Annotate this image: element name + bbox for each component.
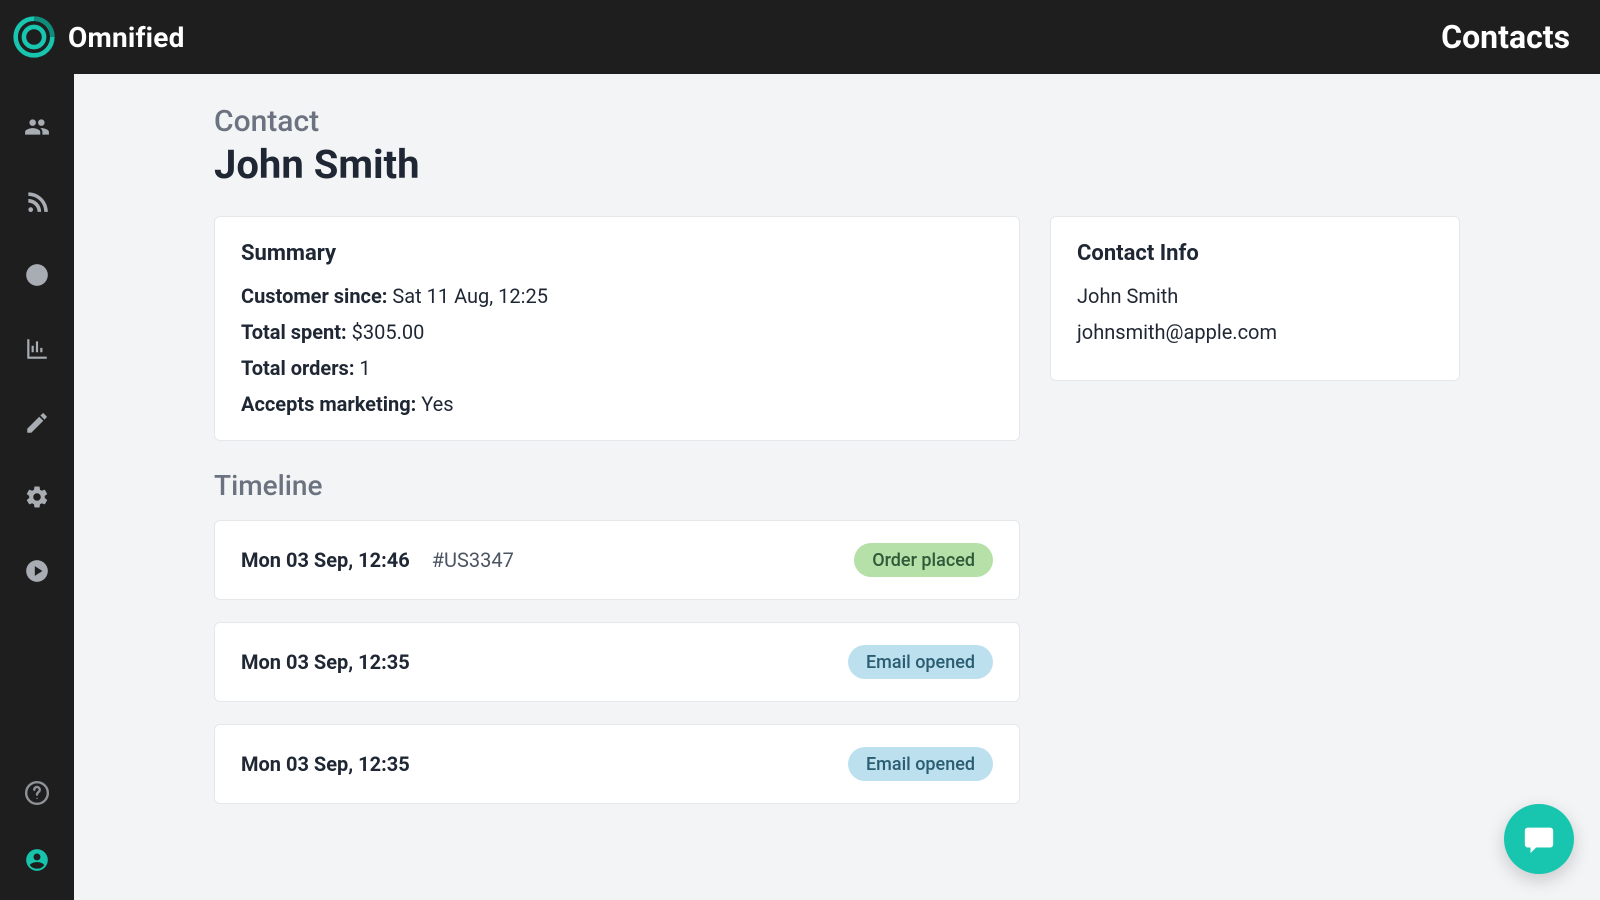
chat-widget-button[interactable]: [1504, 804, 1574, 874]
summary-label: Total orders:: [241, 356, 354, 380]
bar-chart-icon: [24, 336, 50, 362]
timeline-item-left: Mon 03 Sep, 12:35: [241, 650, 410, 674]
contact-info-name: John Smith: [1077, 284, 1433, 308]
brand[interactable]: Omnified: [12, 15, 185, 59]
summary-title: Summary: [241, 241, 993, 266]
user-icon: [24, 847, 50, 873]
summary-value: Sat 11 Aug, 12:25: [392, 284, 548, 308]
sidebar: [0, 74, 74, 900]
page-title: John Smith: [214, 141, 1460, 188]
chat-icon: [1522, 822, 1556, 856]
sidebar-item-help[interactable]: [0, 756, 74, 830]
help-icon: [24, 780, 50, 806]
timeline-item[interactable]: Mon 03 Sep, 12:35 Email opened: [214, 724, 1020, 804]
timeline-item-datetime: Mon 03 Sep, 12:35: [241, 752, 410, 776]
timeline-item[interactable]: Mon 03 Sep, 12:35 Email opened: [214, 622, 1020, 702]
summary-row-accepts-marketing: Accepts marketing: Yes: [241, 392, 993, 416]
people-icon: [24, 114, 50, 140]
timeline-item-badge: Email opened: [848, 747, 993, 781]
topbar: Omnified Contacts: [0, 0, 1600, 74]
sidebar-item-account[interactable]: [0, 830, 74, 890]
page-subtitle: Contact: [214, 104, 1460, 139]
timeline-item-datetime: Mon 03 Sep, 12:35: [241, 650, 410, 674]
sidebar-item-play[interactable]: [0, 534, 74, 608]
timeline-item-left: Mon 03 Sep, 12:35: [241, 752, 410, 776]
edit-icon: [24, 410, 50, 436]
brand-name: Omnified: [68, 21, 185, 54]
sidebar-item-history[interactable]: [0, 238, 74, 312]
timeline-item-datetime: Mon 03 Sep, 12:46: [241, 548, 410, 572]
timeline-heading: Timeline: [214, 469, 1020, 502]
timeline-item-badge: Order placed: [854, 543, 993, 577]
summary-value: Yes: [421, 392, 453, 416]
contact-info-card: Contact Info John Smith johnsmith@apple.…: [1050, 216, 1460, 381]
sidebar-item-analytics[interactable]: [0, 312, 74, 386]
timeline-item[interactable]: Mon 03 Sep, 12:46 #US3347 Order placed: [214, 520, 1020, 600]
summary-row-customer-since: Customer since: Sat 11 Aug, 12:25: [241, 284, 993, 308]
timeline-item-ref: #US3347: [432, 548, 514, 572]
sidebar-item-contacts[interactable]: [0, 90, 74, 164]
summary-label: Customer since:: [241, 284, 387, 308]
rss-icon: [24, 188, 50, 214]
summary-value: 1: [359, 356, 370, 380]
summary-row-total-orders: Total orders: 1: [241, 356, 993, 380]
clock-icon: [24, 262, 50, 288]
contact-info-email: johnsmith@apple.com: [1077, 320, 1433, 344]
main-content: Contact John Smith Summary Customer sinc…: [74, 74, 1600, 900]
gear-icon: [24, 484, 50, 510]
sidebar-item-settings[interactable]: [0, 460, 74, 534]
sidebar-item-compose[interactable]: [0, 386, 74, 460]
brand-logo-icon: [12, 15, 56, 59]
summary-label: Total spent:: [241, 320, 347, 344]
topbar-section-title: Contacts: [1441, 18, 1570, 56]
summary-card: Summary Customer since: Sat 11 Aug, 12:2…: [214, 216, 1020, 441]
summary-value: $305.00: [352, 320, 425, 344]
contact-info-title: Contact Info: [1077, 241, 1433, 266]
timeline-item-badge: Email opened: [848, 645, 993, 679]
sidebar-item-feed[interactable]: [0, 164, 74, 238]
summary-row-total-spent: Total spent: $305.00: [241, 320, 993, 344]
play-icon: [24, 558, 50, 584]
summary-label: Accepts marketing:: [241, 392, 416, 416]
timeline-item-left: Mon 03 Sep, 12:46 #US3347: [241, 548, 514, 572]
